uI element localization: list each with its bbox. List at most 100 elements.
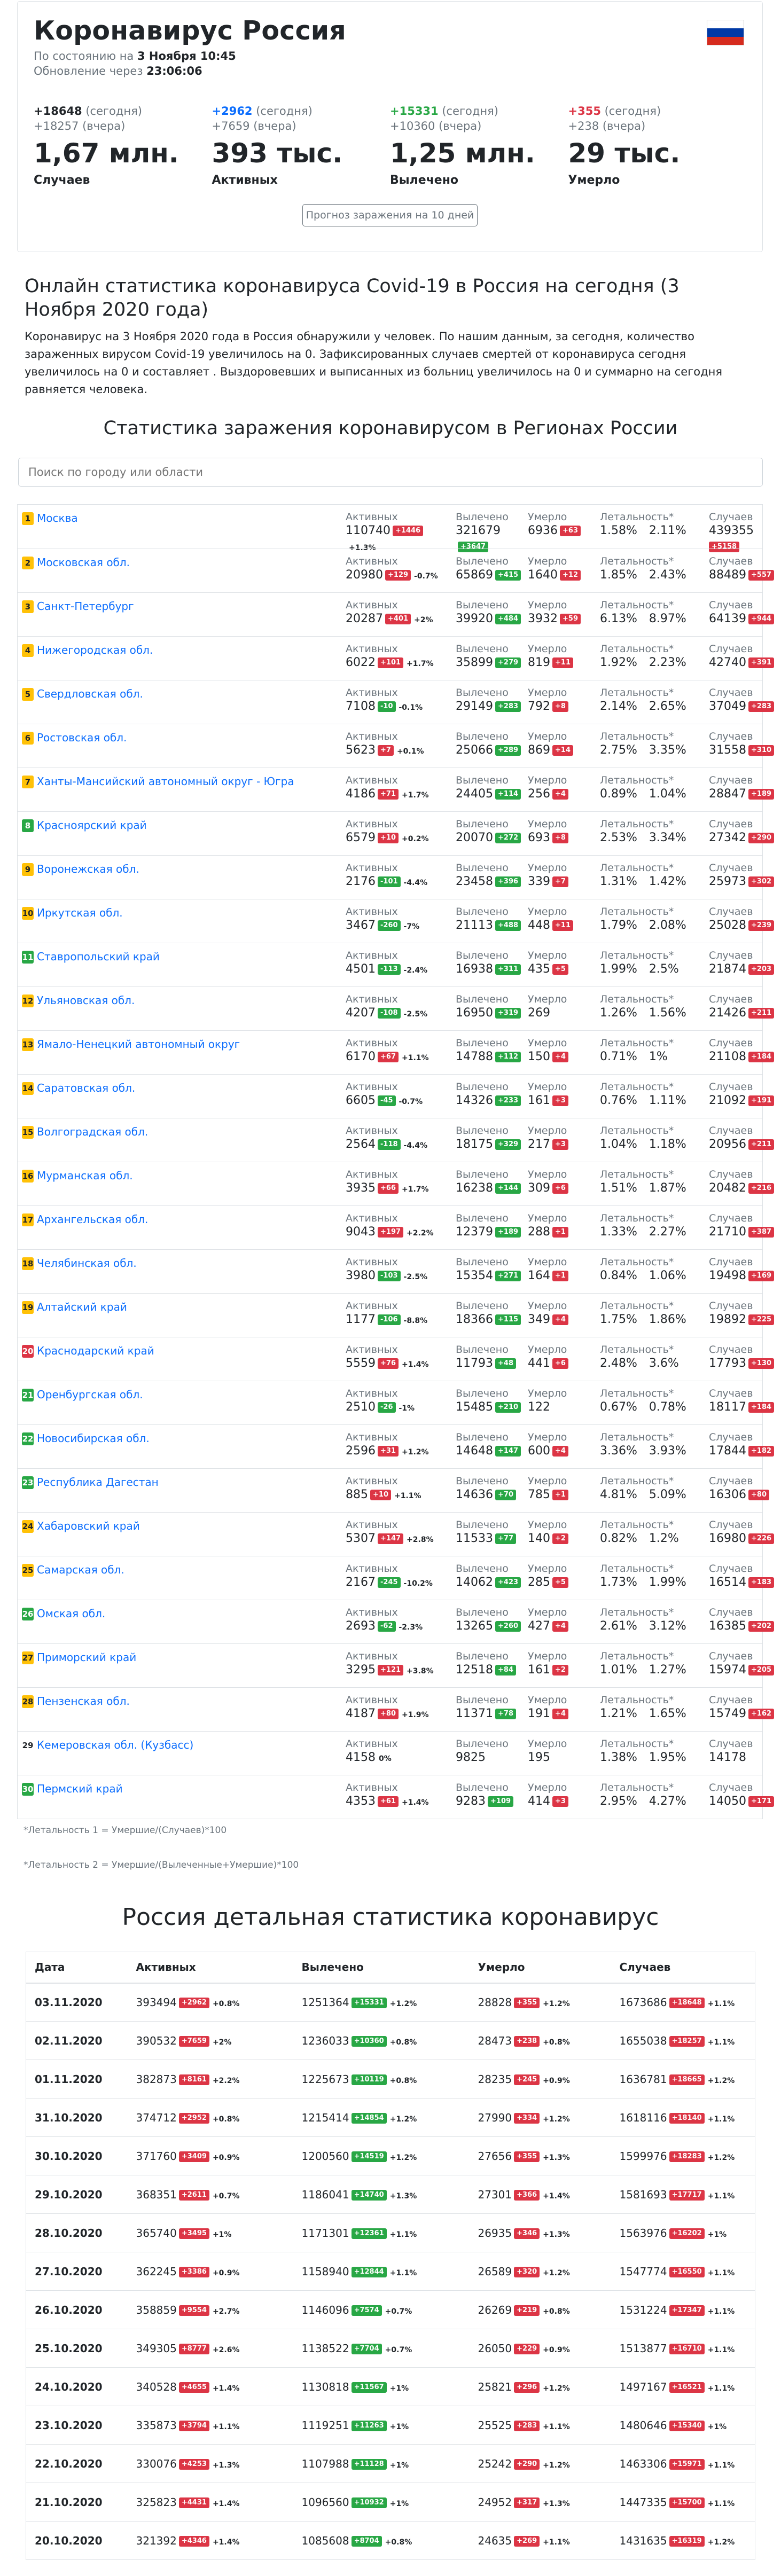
region-rank: 24 — [22, 1520, 34, 1533]
region-active: Активных 2510 -26 -1% — [346, 1388, 415, 1416]
region-cases: Случаев 14178 — [709, 1738, 753, 1766]
lethality-2: 5.09% — [649, 1488, 686, 1501]
active-label: Активных — [346, 1344, 398, 1356]
region-link[interactable]: Архангельская обл. — [37, 1212, 148, 1226]
region-rank: 11 — [22, 951, 34, 964]
region-link[interactable]: Красноярский край — [37, 818, 147, 832]
region-link[interactable]: Саратовская обл. — [37, 1081, 135, 1095]
region-link[interactable]: Ханты-Мансийский автономный округ - Югра — [37, 774, 294, 788]
recovered-label: Вылечено — [456, 731, 509, 742]
detail-cases-percent: +1.1% — [707, 1999, 735, 2008]
region-link[interactable]: Москва — [37, 511, 78, 525]
delta-badge: +211 — [748, 1139, 775, 1150]
detail-died-percent: +1.4% — [543, 2191, 570, 2201]
active-value: 6605 -45 -0.7% — [346, 1093, 423, 1110]
delta-badge: +355 — [514, 1998, 540, 2009]
lethality-value: 2.14% 2.65% — [600, 699, 686, 715]
region-recovered: Вылечено 11793 +48 — [456, 1344, 516, 1372]
died-value: 869 +14 — [528, 742, 573, 758]
region-search-input[interactable] — [18, 458, 763, 487]
region-link[interactable]: Ямало-Ненецкий автономный округ — [37, 1037, 240, 1051]
region-link[interactable]: Самарская обл. — [37, 1563, 124, 1577]
region-link[interactable]: Хабаровский край — [37, 1519, 140, 1533]
region-link[interactable]: Свердловская обл. — [37, 687, 143, 701]
active-percent: -2.3% — [399, 1623, 423, 1632]
detail-recovered-percent: +1% — [389, 2422, 409, 2431]
region-lethality: Летальность* 1.92% 2.23% — [600, 643, 686, 671]
region-link[interactable]: Ставропольский край — [37, 950, 160, 964]
region-link[interactable]: Пермский край — [37, 1782, 123, 1796]
died-value: 161 +3 — [528, 1093, 568, 1109]
recovered-value: 21113 +488 — [456, 918, 521, 934]
region-recovered: Вылечено 13265 +260 — [456, 1607, 521, 1634]
region-link[interactable]: Нижегородская обл. — [37, 643, 153, 657]
died-label: Умерло — [528, 1344, 567, 1356]
region-link[interactable]: Ульяновская обл. — [37, 993, 135, 1007]
recovered-value: 16938 +311 — [456, 961, 521, 977]
lethality-1: 0.84% — [600, 1269, 637, 1282]
region-link[interactable]: Краснодарский край — [37, 1344, 154, 1358]
region-link[interactable]: Иркутская обл. — [37, 906, 123, 920]
region-link[interactable]: Приморский край — [37, 1650, 136, 1664]
recovered-label: Вылечено — [456, 1431, 509, 1443]
region-link[interactable]: Мурманская обл. — [37, 1169, 133, 1183]
region-link[interactable]: Волгоградская обл. — [37, 1125, 148, 1139]
region-link[interactable]: Оренбургская обл. — [37, 1388, 143, 1401]
region-active: Активных 20287 +401 +2% — [346, 599, 433, 628]
region-died: Умерло 288 +1 — [528, 1212, 568, 1240]
region-row: 18 Челябинская обл. Активных 3980 -103 -2.5% В… — [18, 1249, 775, 1293]
region-row: 24 Хабаровский край Активных 5307 +147 +2.8% В… — [18, 1512, 775, 1556]
forecast-button[interactable]: Прогноз заражения на 10 дней — [302, 204, 478, 226]
lethality-value: 0.89% 1.04% — [600, 786, 686, 802]
region-cases: Случаев 21092 +191 — [709, 1081, 775, 1109]
region-link[interactable]: Челябинская обл. — [37, 1256, 137, 1270]
delta-badge: +7574 — [351, 2305, 382, 2316]
detail-row: 03.11.2020 393494 +2962 +0.8% 1251364 +15331 +… — [26, 1983, 755, 2022]
region-row: 2 Московская обл. Активных 20980 +129 -0.7% Вы… — [18, 549, 775, 592]
cases-label: Случаев — [709, 643, 753, 655]
detail-recovered-number: 1158940 — [301, 2265, 349, 2278]
region-link[interactable]: Кемеровская обл. (Кузбасс) — [37, 1738, 193, 1752]
region-lethality: Летальность* 1.85% 2.43% — [600, 555, 686, 583]
region-died: Умерло 256 +4 — [528, 774, 568, 802]
region-row: 8 Красноярский край Активных 6579 +10 +0.2% Вы… — [18, 811, 775, 855]
region-link[interactable]: Республика Дагестан — [37, 1475, 159, 1489]
lethality-2: 3.93% — [649, 1444, 686, 1458]
recovered-value: 14636 +70 — [456, 1487, 516, 1503]
region-link[interactable]: Новосибирская обл. — [37, 1431, 150, 1445]
detail-cases-percent: +1.1% — [707, 2499, 735, 2508]
died-number: 195 — [528, 1751, 550, 1764]
region-link[interactable]: Санкт-Петербург — [37, 599, 134, 613]
lethality-2: 1.87% — [649, 1181, 686, 1195]
lethality-label: Летальность* — [600, 1431, 674, 1443]
region-recovered: Вылечено 9283 +109 — [456, 1782, 514, 1810]
died-value: 161 +2 — [528, 1662, 568, 1678]
region-cases: Случаев 21710 +387 — [709, 1212, 775, 1240]
lethality-1: 1.33% — [600, 1225, 637, 1239]
region-link[interactable]: Московская обл. — [37, 555, 130, 569]
died-label: Умерло — [528, 643, 567, 655]
region-lethality: Летальность* 1.38% 1.95% — [600, 1738, 686, 1766]
detail-cases: 1636781 +18665 +1.2% — [611, 2060, 755, 2099]
region-link[interactable]: Алтайский край — [37, 1300, 127, 1314]
recovered-value: 39920 +484 — [456, 611, 521, 627]
delta-badge: +147 — [378, 1533, 404, 1544]
region-link[interactable]: Пензенская обл. — [37, 1694, 130, 1708]
died-label: Умерло — [528, 731, 567, 742]
detail-active-number: 325823 — [136, 2495, 177, 2509]
region-rank: 2 — [22, 557, 34, 569]
region-link[interactable]: Омская обл. — [37, 1607, 105, 1620]
active-number: 4207 — [346, 1006, 376, 1020]
active-label: Активных — [346, 818, 398, 830]
delta-badge: +14740 — [351, 2190, 387, 2201]
detail-cases: 1618116 +18140 +1.1% — [611, 2098, 755, 2137]
region-link[interactable]: Воронежская обл. — [37, 862, 139, 876]
lethality-label: Летальность* — [600, 687, 674, 699]
lethality-label: Летальность* — [600, 1344, 674, 1356]
region-link[interactable]: Ростовская обл. — [37, 731, 127, 745]
died-label: Умерло — [528, 555, 567, 567]
active-label: Активных — [346, 1431, 398, 1443]
detail-recovered-percent: +0.8% — [385, 2538, 412, 2547]
lethality-2: 1.86% — [649, 1313, 686, 1326]
recovered-label: Вылечено — [456, 993, 509, 1005]
